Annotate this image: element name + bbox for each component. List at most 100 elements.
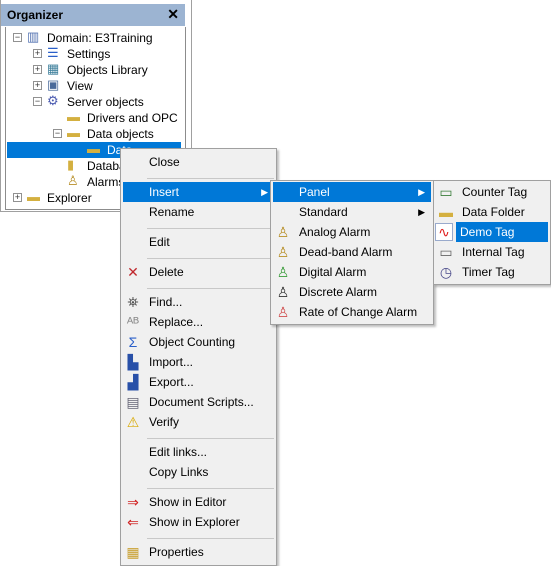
menu-item-dead-band-alarm[interactable]: ♙ Dead-band Alarm [273, 242, 431, 262]
menu-item-label: Verify [149, 415, 180, 429]
menu-item-verify[interactable]: ⚠ Verify [123, 412, 274, 432]
collapse-icon[interactable]: − [53, 129, 62, 138]
book-icon: ▤ [126, 394, 140, 410]
menu-item-insert[interactable]: Insert ▶ [123, 182, 274, 202]
tree-item[interactable]: Objects Library [67, 62, 148, 78]
menu-item-label: Close [149, 155, 180, 169]
organizer-title-bar: Organizer ✕ [1, 4, 185, 26]
menu-item-show-in-explorer[interactable]: ⇐ Show in Explorer [123, 512, 274, 532]
context-menu: Close Insert ▶ Rename Edit ✕ Delete ⛯ Find... ᴬᴮ R… [120, 148, 277, 566]
menu-item-label: Analog Alarm [299, 225, 371, 239]
tree-item[interactable]: Explorer [47, 190, 92, 206]
expand-icon[interactable]: + [13, 193, 22, 202]
menu-item-import[interactable]: ▙ Import... [123, 352, 274, 372]
menu-item-label: Show in Editor [149, 495, 227, 509]
menu-item-analog-alarm[interactable]: ♙ Analog Alarm [273, 222, 431, 242]
menu-item-label: Find... [149, 295, 183, 309]
menu-item-label: Demo Tag [460, 225, 515, 239]
collapse-icon[interactable]: − [13, 33, 22, 42]
menu-item-edit-links[interactable]: Edit links... [123, 442, 274, 462]
menu-item-object-counting[interactable]: Σ Object Counting [123, 332, 274, 352]
menu-separator [147, 228, 274, 229]
menu-item-find[interactable]: ⛯ Find... [123, 292, 274, 312]
binoculars-icon: ⛯ [127, 294, 139, 310]
insert-submenu: Panel ▶ Standard ▶ ♙ Analog Alarm ♙ Dead-band A… [270, 180, 434, 325]
menu-item-internal-tag[interactable]: ▭ Internal Tag [436, 242, 548, 262]
rate-alarm-icon: ♙ [276, 304, 290, 320]
panel-submenu: ▭ Counter Tag ▬ Data Folder ∿ Demo Tag ▭ Intern… [433, 180, 551, 285]
menu-item-copy-links[interactable]: Copy Links [123, 462, 274, 482]
menu-item-panel[interactable]: Panel ▶ [273, 182, 431, 202]
menu-item-label: Internal Tag [462, 245, 525, 259]
sine-wave-icon: ∿ [435, 223, 453, 241]
database-icon: ▮ [67, 157, 75, 172]
menu-item-replace[interactable]: ᴬᴮ Replace... [123, 312, 274, 332]
tree-item[interactable]: View [67, 78, 93, 94]
menu-item-label: Edit links... [149, 445, 208, 459]
verify-icon: ⚠ [126, 414, 140, 430]
menu-item-edit[interactable]: Edit [123, 232, 274, 252]
menu-item-data-folder[interactable]: ▬ Data Folder [436, 202, 548, 222]
tree-item[interactable]: Domain: E3Training [47, 30, 153, 46]
menu-item-label: Replace... [149, 315, 204, 329]
menu-item-label: Rename [149, 205, 195, 219]
menu-item-demo-tag[interactable]: ∿ Demo Tag [435, 222, 548, 242]
analog-alarm-icon: ♙ [276, 224, 290, 240]
menu-item-export[interactable]: ▟ Export... [123, 372, 274, 392]
chevron-right-icon: ▶ [418, 207, 425, 217]
menu-item-rate-of-change-alarm[interactable]: ♙ Rate of Change Alarm [273, 302, 431, 322]
menu-item-delete[interactable]: ✕ Delete [123, 262, 274, 282]
tree-item[interactable]: Data objects [87, 126, 154, 142]
export-icon: ▟ [127, 374, 139, 390]
menu-item-digital-alarm[interactable]: ♙ Digital Alarm [273, 262, 431, 282]
menu-separator [147, 288, 274, 289]
menu-item-label: Timer Tag [462, 265, 515, 279]
menu-item-show-in-editor[interactable]: ⇒ Show in Editor [123, 492, 274, 512]
library-icon: ▦ [47, 61, 60, 76]
tree-item[interactable]: Settings [67, 46, 110, 62]
tree-item[interactable]: Drivers and OPC [87, 110, 178, 126]
delete-icon: ✕ [127, 264, 139, 280]
menu-item-label: Import... [149, 355, 194, 369]
alarm-icon: ♙ [67, 173, 79, 188]
menu-item-label: Insert [149, 185, 180, 199]
menu-item-label: Counter Tag [462, 185, 528, 199]
expand-icon[interactable]: + [33, 65, 42, 74]
collapse-icon[interactable]: − [33, 97, 42, 106]
menu-item-label: Edit [149, 235, 170, 249]
show-explorer-icon: ⇐ [127, 514, 139, 530]
menu-item-label: Export... [149, 375, 194, 389]
menu-item-rename[interactable]: Rename [123, 202, 274, 222]
menu-item-counter-tag[interactable]: ▭ Counter Tag [436, 182, 548, 202]
replace-icon: ᴬᴮ [126, 314, 140, 330]
settings-icon: ☰ [47, 45, 59, 60]
menu-item-discrete-alarm[interactable]: ♙ Discrete Alarm [273, 282, 431, 302]
expand-icon[interactable]: + [33, 49, 42, 58]
tree-item[interactable]: Server objects [67, 94, 144, 110]
domain-icon: ▥ [27, 29, 40, 44]
menu-item-label: Standard [299, 205, 348, 219]
folder-icon: ▬ [27, 189, 40, 204]
menu-item-label: Show in Explorer [149, 515, 240, 529]
menu-separator [147, 438, 274, 439]
tree-item[interactable]: Alarms [87, 174, 124, 190]
show-editor-icon: ⇒ [127, 494, 139, 510]
deadband-alarm-icon: ♙ [276, 244, 290, 260]
menu-item-document-scripts[interactable]: ▤ Document Scripts... [123, 392, 274, 412]
sigma-icon: Σ [128, 334, 138, 350]
menu-separator [147, 538, 274, 539]
menu-item-label: Panel [299, 185, 330, 199]
menu-item-timer-tag[interactable]: ◷ Timer Tag [436, 262, 548, 282]
menu-item-label: Properties [149, 545, 204, 559]
close-icon[interactable]: ✕ [167, 6, 179, 23]
menu-item-label: Digital Alarm [299, 265, 367, 279]
menu-item-properties[interactable]: ▦ Properties [123, 542, 274, 562]
menu-item-standard[interactable]: Standard ▶ [273, 202, 431, 222]
menu-item-label: Document Scripts... [149, 395, 254, 409]
menu-item-label: Delete [149, 265, 184, 279]
menu-item-close[interactable]: Close [123, 152, 274, 172]
properties-icon: ▦ [126, 544, 140, 560]
counter-tag-icon: ▭ [439, 184, 453, 200]
gears-icon: ⚙ [47, 93, 59, 108]
expand-icon[interactable]: + [33, 81, 42, 90]
